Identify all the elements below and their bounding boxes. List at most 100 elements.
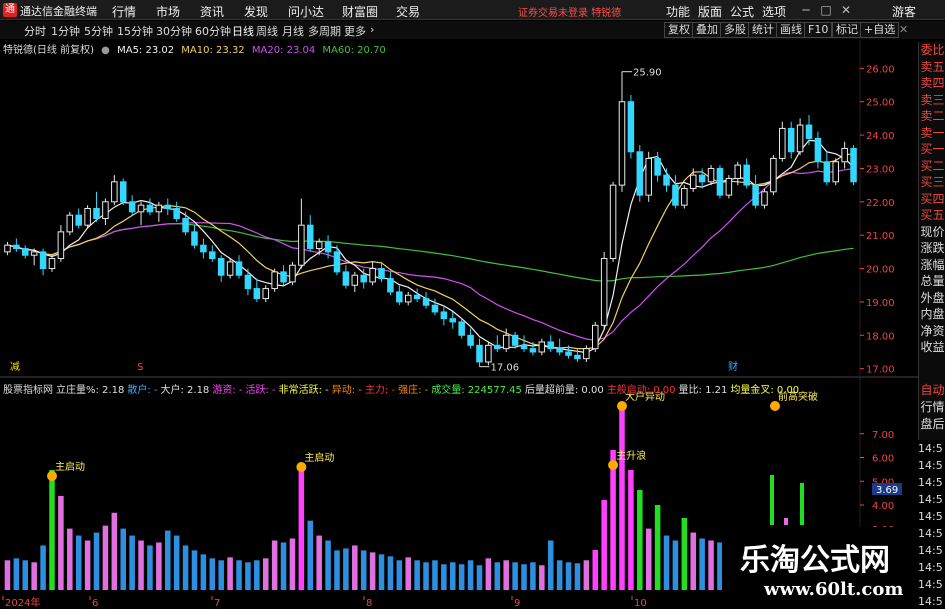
ma60-line <box>7 223 854 282</box>
quote-field-label[interactable]: 净资 <box>919 323 945 340</box>
menu-markets[interactable]: 市场 <box>156 3 180 20</box>
quote-field-label[interactable]: 卖二 <box>919 108 945 125</box>
quote-field-label[interactable]: 外盘 <box>919 290 945 307</box>
signal-label-start-icon <box>46 471 57 481</box>
volume-bar <box>708 540 714 590</box>
menu-formula[interactable]: 公式 <box>730 3 754 20</box>
volume-bar <box>165 530 171 590</box>
y-tick-label: 24.00 <box>866 131 895 142</box>
period-daily[interactable]: 日线 <box>232 23 254 39</box>
candle-body <box>805 124 813 139</box>
quote-field-label[interactable]: 卖四 <box>919 75 945 92</box>
menu-options[interactable]: 选项 <box>762 3 786 20</box>
candle-body <box>146 204 154 213</box>
menu-market[interactable]: 行情 <box>112 3 136 20</box>
main-chart-header: 特锐德(日线 前复权) ● MA5: 23.02 MA10: 23.32 MA2… <box>0 41 390 56</box>
overlay-button[interactable]: 叠加 <box>692 22 722 38</box>
volume-bar <box>147 545 153 590</box>
period-60min[interactable]: 60分钟 <box>195 23 231 39</box>
period-30min[interactable]: 30分钟 <box>156 23 192 39</box>
volume-bar <box>129 535 135 590</box>
menu-news[interactable]: 资讯 <box>200 3 224 20</box>
volume-bar <box>663 535 670 590</box>
f10-button[interactable]: F10 <box>804 22 833 38</box>
panel-tab[interactable]: 行情 <box>919 399 945 416</box>
ind-y-tick-label: 5.00 <box>872 477 894 488</box>
period-more[interactable]: 更多 <box>344 23 366 39</box>
y-tick-label: 19.00 <box>866 298 895 309</box>
volume-bar <box>102 525 109 590</box>
indicator-value: 后量超前量: 0.00 <box>524 385 604 396</box>
volume-bar <box>423 562 429 590</box>
close-panel-icon[interactable]: ✕ <box>899 23 908 36</box>
quote-field-label[interactable]: 涨幅 <box>919 257 945 274</box>
x-tick-label: 6 <box>92 598 98 609</box>
volume-bar <box>494 562 501 590</box>
quote-field-label[interactable]: 卖五 <box>919 59 945 76</box>
add-favorite-button[interactable]: +自选 <box>860 22 900 38</box>
candle-body <box>725 177 733 196</box>
maximize-icon[interactable]: □ <box>818 2 834 18</box>
minimize-icon[interactable]: ─ <box>798 2 814 18</box>
quote-field-label[interactable]: 收益 <box>919 339 945 356</box>
stock-name: 特锐德(日线 前复权) <box>3 45 94 56</box>
volume-bar <box>369 552 376 590</box>
quote-field-label[interactable]: 买二 <box>919 158 945 175</box>
quote-field-label[interactable]: 内盘 <box>919 306 945 323</box>
menu-layout[interactable]: 版面 <box>698 3 722 20</box>
quote-field-label[interactable]: 总量 <box>919 273 945 290</box>
candle-body <box>378 268 385 280</box>
quote-field-label[interactable]: 卖一 <box>919 125 945 142</box>
period-5min[interactable]: 5分钟 <box>84 23 113 39</box>
multi-stock-button[interactable]: 多股 <box>720 22 750 38</box>
close-icon[interactable]: ✕ <box>838 2 854 18</box>
site-watermark: 乐淘公式网 www.60lt.com <box>722 527 918 609</box>
mark-button[interactable]: 标记 <box>832 22 862 38</box>
candle-body <box>22 248 29 256</box>
quote-field-label[interactable]: 卖三 <box>919 92 945 109</box>
menu-discover[interactable]: 发现 <box>244 3 268 20</box>
volume-bar <box>556 560 563 590</box>
candle-body <box>289 264 296 283</box>
menu-trade[interactable]: 交易 <box>396 3 420 20</box>
quote-field-label[interactable]: 买一 <box>919 141 945 158</box>
period-weekly[interactable]: 周线 <box>256 23 278 39</box>
panel-tab[interactable]: 盘后 <box>919 416 945 433</box>
draw-line-button[interactable]: 画线 <box>776 22 806 38</box>
menu-ask[interactable]: 问小达 <box>288 3 324 20</box>
volume-bar <box>352 545 358 590</box>
candle-body <box>413 294 421 300</box>
period-monthly[interactable]: 月线 <box>282 23 304 39</box>
signal-label-move-icon <box>616 401 627 411</box>
settings-dot-icon[interactable]: ● <box>101 45 110 56</box>
candlestick-chart[interactable]: 26.00 25.00 24.00 23.00 22.00 21.00 20.00 19.00… <box>0 0 945 609</box>
period-15min[interactable]: 15分钟 <box>117 23 153 39</box>
statistics-button[interactable]: 统计 <box>748 22 778 38</box>
candle-body <box>102 201 109 220</box>
quote-field-label[interactable]: 买五 <box>919 207 945 224</box>
login-alert[interactable]: 证券交易未登录 特锐德 <box>518 4 621 19</box>
volume-bar <box>441 564 447 590</box>
candle-body <box>137 204 145 213</box>
quote-side-panel: 委比 卖五 卖四 卖三 卖二 卖一 买一 买二 买三 买四 买五 现价 涨跌 涨幅 总量 外盘 内盘 净资 收益 <box>918 42 945 382</box>
guest-label[interactable]: 游客 <box>892 3 916 20</box>
quote-field-label[interactable]: 涨跌 <box>919 240 945 257</box>
panel-tab[interactable]: 自动 <box>919 382 945 399</box>
quote-field-label[interactable]: 买三 <box>919 174 945 191</box>
indicator-value: 非常活跃: - <box>278 385 329 396</box>
period-chevron-icon[interactable]: › <box>370 23 374 36</box>
period-multi[interactable]: 多周期 <box>308 23 341 39</box>
volume-bar <box>191 550 198 590</box>
indicator-name[interactable]: 股票指标网 <box>3 385 53 396</box>
quote-field-label[interactable]: 现价 <box>919 224 945 241</box>
adjust-button[interactable]: 复权 <box>664 22 694 38</box>
menu-function[interactable]: 功能 <box>666 3 690 20</box>
period-tick[interactable]: 分时 <box>24 23 46 39</box>
ind-y-tick-label: 4.00 <box>872 501 894 512</box>
candle-body <box>787 127 795 153</box>
menu-wealth[interactable]: 财富圈 <box>342 3 378 20</box>
quote-field-label[interactable]: 买四 <box>919 191 945 208</box>
period-1min[interactable]: 1分钟 <box>51 23 80 39</box>
quote-field-label[interactable]: 委比 <box>919 42 945 59</box>
volume-bar <box>583 560 590 590</box>
